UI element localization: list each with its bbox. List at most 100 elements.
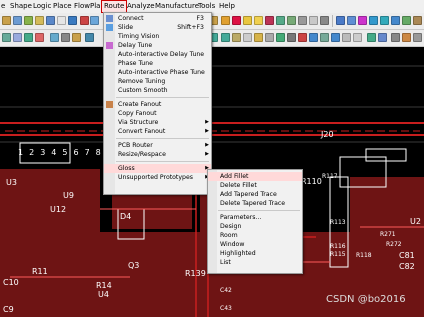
pin-2: 2	[29, 148, 41, 157]
pcb-label-c81: C81	[399, 251, 415, 260]
assign-color-icon[interactable]	[402, 33, 411, 42]
menu-item-custom-smooth[interactable]: Custom Smooth	[104, 86, 211, 95]
design-icon[interactable]	[265, 16, 274, 25]
menu-item-highlighted[interactable]: Highlighted	[208, 249, 302, 258]
toolbar-separator	[332, 15, 333, 27]
menu-item-copy-fanout[interactable]: Copy Fanout	[104, 109, 211, 118]
menu-help[interactable]: Help	[217, 0, 237, 13]
pcb-label-r116: R116	[330, 243, 346, 250]
pin-icon[interactable]	[232, 16, 241, 25]
merge-shapes-icon[interactable]	[276, 33, 285, 42]
3d-view-icon[interactable]	[68, 16, 77, 25]
place-icon[interactable]	[61, 33, 70, 42]
grid-icon[interactable]	[90, 16, 99, 25]
copy-icon[interactable]	[13, 33, 22, 42]
router-icon[interactable]	[413, 16, 422, 25]
pcb-label-q3: Q3	[128, 261, 140, 270]
menu-item-pcb-router[interactable]: PCB Router ▶	[104, 141, 211, 150]
hilight-icon[interactable]	[378, 33, 387, 42]
submenu-arrow-icon: ▶	[205, 151, 209, 157]
fanout-icon[interactable]	[380, 16, 389, 25]
delay-tune-icon[interactable]	[358, 16, 367, 25]
menu-item-gloss[interactable]: Gloss ▶	[104, 164, 211, 173]
gloss-icon[interactable]	[402, 16, 411, 25]
move-icon[interactable]	[2, 33, 11, 42]
menu-item-phase-tune[interactable]: Phase Tune	[104, 59, 211, 68]
menu-item-edit-partial[interactable]: e	[0, 0, 7, 13]
tool-icon[interactable]	[309, 16, 318, 25]
measure-icon[interactable]	[287, 16, 296, 25]
status-icon[interactable]	[367, 33, 376, 42]
menu-item-add-fillet[interactable]: Add Fillet	[208, 172, 302, 181]
menu-item-remove-tuning[interactable]: Remove Tuning	[104, 77, 211, 86]
connect-icon	[106, 15, 113, 22]
route-dropdown-menu: Connect F3 Slide Shift+F3 Timing Vision De…	[103, 12, 212, 195]
stackup-icon[interactable]	[320, 33, 329, 42]
rotate-icon[interactable]	[35, 33, 44, 42]
menu-item-delay-tune[interactable]: Delay Tune	[104, 41, 211, 50]
menu-item-auto-phase-tune[interactable]: Auto-interactive Phase Tune	[104, 68, 211, 77]
menu-item-unsupported-prototypes[interactable]: Unsupported Prototypes▶	[104, 173, 211, 182]
export-icon[interactable]	[353, 33, 362, 42]
menu-item-slide[interactable]: Slide Shift+F3	[104, 23, 211, 32]
zoom-world-icon[interactable]	[35, 16, 44, 25]
pcb-label-j20: J20	[321, 130, 334, 139]
pcb-label-r139: R139	[185, 269, 206, 278]
dehilight-icon[interactable]	[391, 33, 400, 42]
shape-icon[interactable]	[243, 16, 252, 25]
menu-item-connect[interactable]: Connect F3	[104, 14, 211, 23]
zoom-in-icon[interactable]	[2, 16, 11, 25]
toolbar-top	[0, 13, 424, 30]
spread-icon[interactable]	[369, 16, 378, 25]
mirror-icon[interactable]	[24, 33, 33, 42]
menu-item-auto-delay-tune[interactable]: Auto-interactive Delay Tune	[104, 50, 211, 59]
light-icon[interactable]	[254, 16, 263, 25]
menu-item-delete-fillet[interactable]: Delete Fillet	[208, 181, 302, 190]
menu-place[interactable]: Place	[51, 0, 74, 13]
menu-item-parameters[interactable]: Parameters...	[208, 213, 302, 222]
route-connect-icon[interactable]	[336, 16, 345, 25]
pcb-label-r272: R272	[386, 241, 402, 248]
menu-item-add-tapered-trace[interactable]: Add Tapered Trace	[208, 190, 302, 199]
pin-6: 6	[73, 148, 85, 157]
menu-item-room[interactable]: Room	[208, 231, 302, 240]
more-icon[interactable]	[413, 33, 422, 42]
menu-item-window[interactable]: Window	[208, 240, 302, 249]
menu-item-create-fanout[interactable]: Create Fanout	[104, 100, 211, 109]
menu-item-resize-respace[interactable]: Resize/Respace ▶	[104, 150, 211, 159]
dimension-icon[interactable]	[287, 33, 296, 42]
menu-item-delete-tapered-trace[interactable]: Delete Tapered Trace	[208, 199, 302, 208]
menu-item-design[interactable]: Design	[208, 222, 302, 231]
text-icon[interactable]	[276, 16, 285, 25]
menu-item-convert-fanout[interactable]: Convert Fanout ▶	[104, 127, 211, 136]
menu-item-timing-vision[interactable]: Timing Vision	[104, 32, 211, 41]
waveform-icon[interactable]	[309, 33, 318, 42]
menu-item-list[interactable]: List	[208, 258, 302, 267]
refresh-icon[interactable]	[57, 16, 66, 25]
zoom-fit-icon[interactable]	[24, 16, 33, 25]
properties-icon[interactable]	[298, 16, 307, 25]
add-rect-icon[interactable]	[232, 33, 241, 42]
stop-icon[interactable]	[80, 16, 89, 25]
pin-3: 3	[40, 148, 52, 157]
pcb-label-u3: U3	[6, 178, 17, 187]
menu-logic[interactable]: Logic	[31, 0, 53, 13]
visibility-icon[interactable]	[221, 16, 230, 25]
report-icon[interactable]	[342, 33, 351, 42]
slide-icon[interactable]	[347, 16, 356, 25]
delay-tune-icon	[106, 42, 113, 49]
menu-item-via-structure[interactable]: Via Structure ▶	[104, 118, 211, 127]
align-icon[interactable]	[50, 33, 59, 42]
void-icon[interactable]	[265, 33, 274, 42]
add-arc-icon[interactable]	[221, 33, 230, 42]
constraint-icon[interactable]	[331, 33, 340, 42]
drc-icon[interactable]	[298, 33, 307, 42]
shape-fill-icon[interactable]	[254, 33, 263, 42]
zoom-previous-icon[interactable]	[46, 16, 55, 25]
settings-icon[interactable]	[320, 16, 329, 25]
via-icon[interactable]	[391, 16, 400, 25]
snap-icon[interactable]	[85, 33, 94, 42]
swap-icon[interactable]	[72, 33, 81, 42]
add-text-icon[interactable]	[243, 33, 252, 42]
zoom-out-icon[interactable]	[13, 16, 22, 25]
